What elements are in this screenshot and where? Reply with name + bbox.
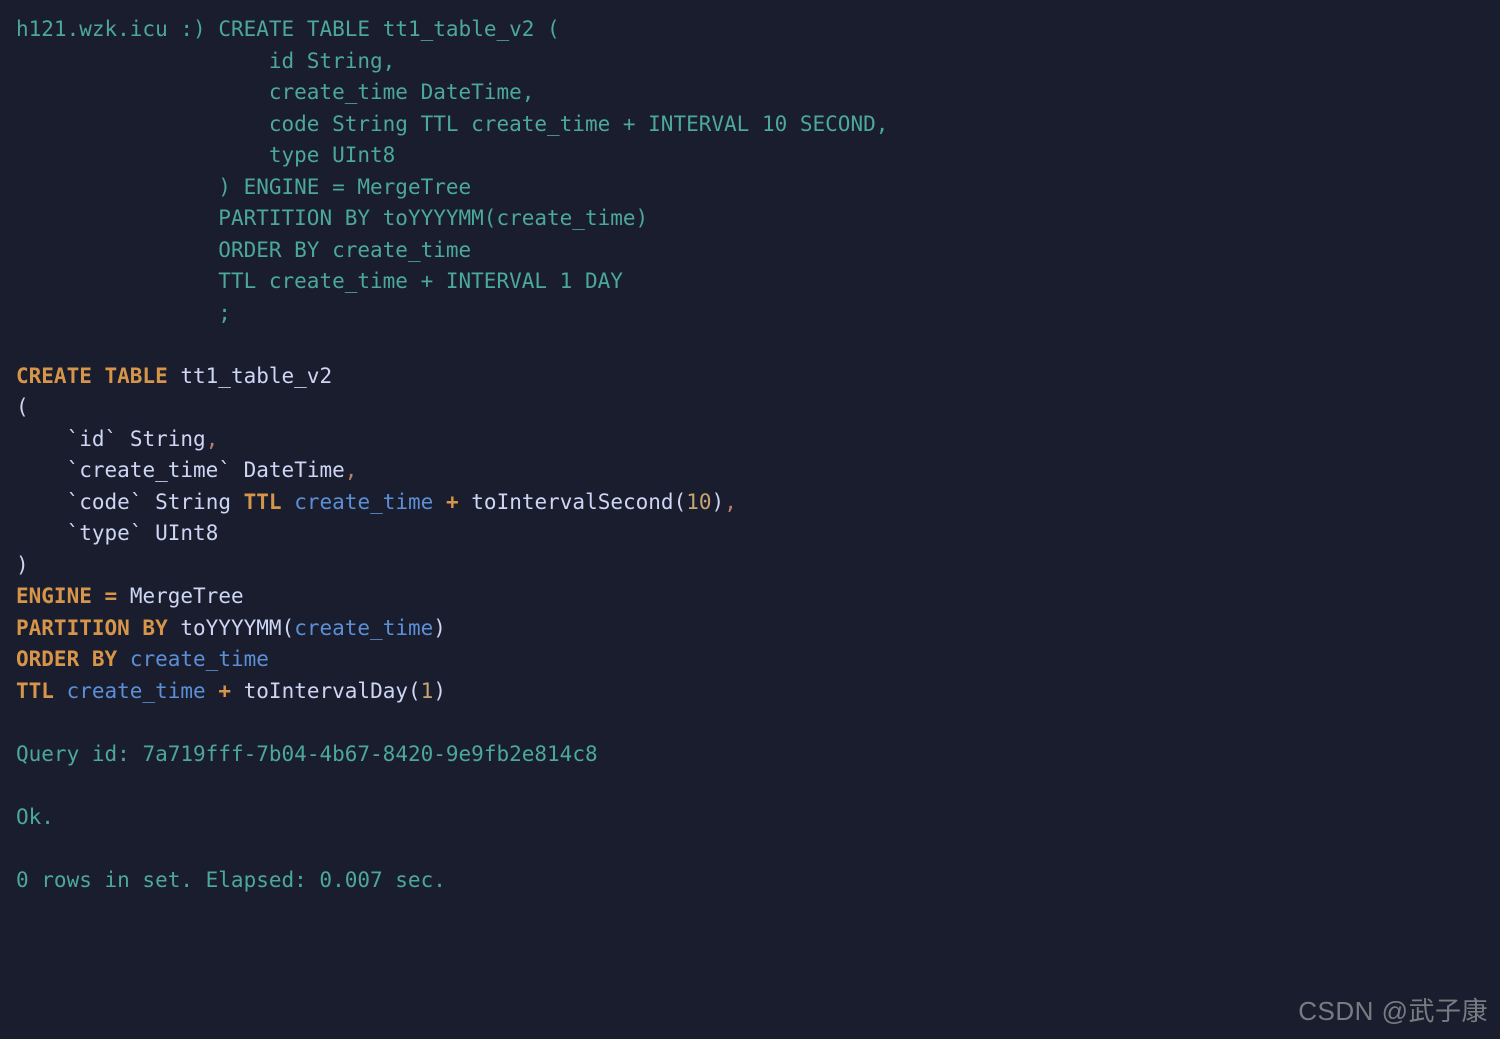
table-name: tt1_table_v2 (180, 364, 332, 388)
prompt-host: h121.wzk.icu (16, 17, 168, 41)
input-line-1: id String, (244, 49, 396, 73)
input-line-3: code String TTL create_time + INTERVAL 1… (244, 112, 889, 136)
ok-line: Ok. (16, 805, 54, 829)
col-create-time: `create_time` (67, 458, 231, 482)
input-line-7: ORDER BY create_time (218, 238, 471, 262)
input-line-4: type UInt8 (244, 143, 396, 167)
prompt-smiley: :) (168, 17, 219, 41)
kw-engine: ENGINE (16, 584, 92, 608)
query-id-line: Query id: 7a719fff-7b04-4b67-8420-9e9fb2… (16, 742, 598, 766)
input-line-9: ; (218, 301, 231, 325)
col-id: `id` (67, 427, 118, 451)
kw-ttl: TTL (16, 679, 54, 703)
close-paren: ) (16, 553, 29, 577)
kw-create-table: CREATE TABLE (16, 364, 168, 388)
kw-order: ORDER BY (16, 647, 117, 671)
input-line-0: CREATE TABLE tt1_table_v2 ( (218, 17, 559, 41)
col-type: `type` (67, 521, 143, 545)
watermark: CSDN @武子康 (1298, 992, 1488, 1031)
col-code: `code` (67, 490, 143, 514)
input-line-2: create_time DateTime, (244, 80, 535, 104)
terminal-output: h121.wzk.icu :) CREATE TABLE tt1_table_v… (16, 14, 1484, 896)
open-paren: ( (16, 395, 29, 419)
input-line-6: PARTITION BY toYYYYMM(create_time) (218, 206, 648, 230)
input-line-5: ) ENGINE = MergeTree (218, 175, 471, 199)
rows-line: 0 rows in set. Elapsed: 0.007 sec. (16, 868, 446, 892)
kw-partition: PARTITION BY (16, 616, 168, 640)
input-line-8: TTL create_time + INTERVAL 1 DAY (218, 269, 623, 293)
